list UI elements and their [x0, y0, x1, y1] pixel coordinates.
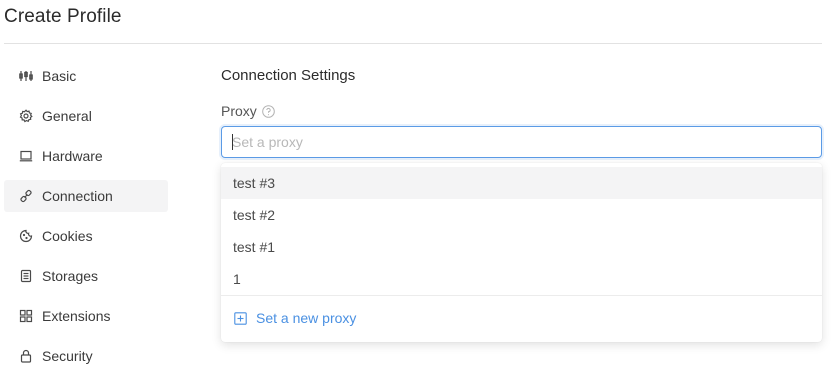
proxy-option[interactable]: test #2	[221, 199, 822, 231]
set-new-proxy-button[interactable]: Set a new proxy	[221, 296, 822, 340]
page-title: Create Profile	[4, 6, 122, 27]
sidebar-item-label: Extensions	[42, 308, 111, 324]
proxy-select[interactable]	[221, 126, 822, 158]
sidebar-item-label: Security	[42, 348, 93, 364]
sidebar-item-cookies[interactable]: Cookies	[4, 220, 168, 252]
sidebar: Basic General Hardware Connection Cookie…	[4, 60, 168, 378]
sidebar-item-general[interactable]: General	[4, 100, 168, 132]
sidebar-item-security[interactable]: Security	[4, 340, 168, 372]
extensions-icon	[19, 309, 33, 323]
proxy-field-label: Proxy	[221, 103, 275, 119]
lock-icon	[19, 349, 33, 363]
set-new-proxy-label: Set a new proxy	[256, 310, 357, 326]
sidebar-item-label: General	[42, 108, 92, 124]
storage-icon	[19, 269, 33, 283]
gear-icon	[19, 109, 33, 123]
sliders-icon	[19, 69, 33, 83]
laptop-icon	[19, 149, 33, 163]
cookie-icon	[19, 229, 33, 243]
sidebar-item-hardware[interactable]: Hardware	[4, 140, 168, 172]
proxy-dropdown: test #3 test #2 test #1 1 Set a new prox…	[221, 163, 822, 342]
sidebar-item-label: Basic	[42, 68, 77, 84]
sidebar-item-connection[interactable]: Connection	[4, 180, 168, 212]
sidebar-item-storages[interactable]: Storages	[4, 260, 168, 292]
title-divider	[4, 43, 822, 44]
sidebar-item-label: Cookies	[42, 228, 93, 244]
text-caret	[232, 134, 233, 150]
sidebar-item-label: Connection	[42, 188, 113, 204]
proxy-search-input[interactable]	[232, 134, 821, 150]
link-icon	[19, 189, 33, 203]
sidebar-item-extensions[interactable]: Extensions	[4, 300, 168, 332]
sidebar-item-basic[interactable]: Basic	[4, 60, 168, 92]
proxy-option[interactable]: test #1	[221, 231, 822, 263]
section-title: Connection Settings	[221, 67, 356, 84]
sidebar-item-label: Hardware	[42, 148, 103, 164]
proxy-option[interactable]: 1	[221, 263, 822, 295]
help-icon[interactable]	[261, 104, 275, 118]
sidebar-item-label: Storages	[42, 268, 99, 284]
proxy-option[interactable]: test #3	[221, 167, 822, 199]
proxy-label-text: Proxy	[221, 103, 257, 119]
plus-square-icon	[234, 311, 247, 325]
